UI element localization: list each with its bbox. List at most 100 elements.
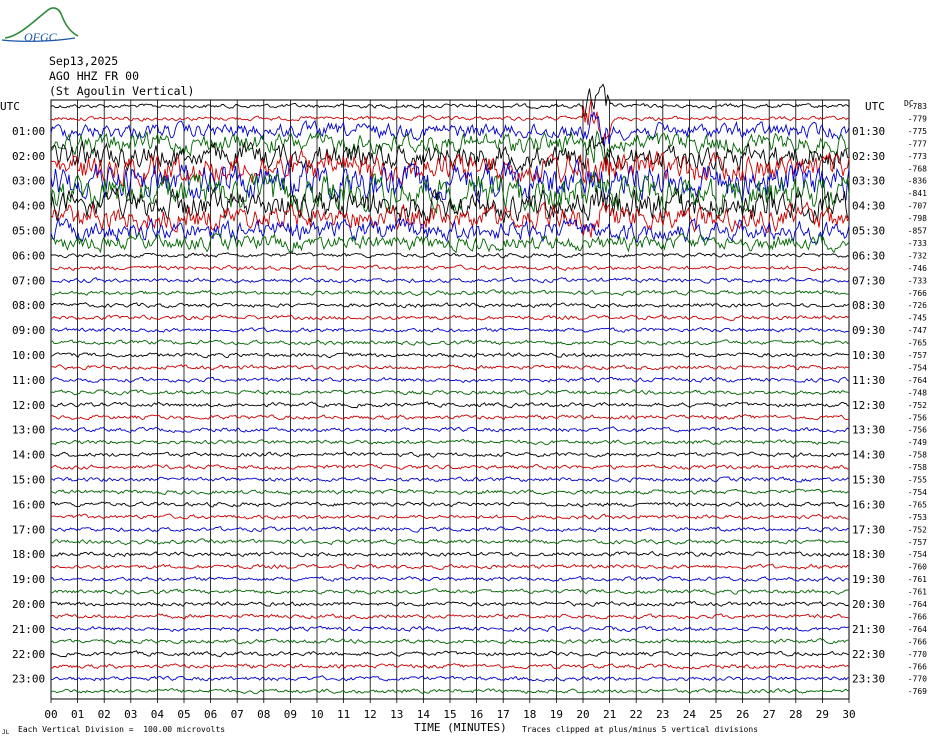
x-tick-label: 14: [417, 708, 431, 721]
right-hour-label: 01:30: [852, 125, 885, 138]
left-hour-label: 12:00: [12, 399, 45, 412]
dc-offset-label: -757: [908, 351, 927, 360]
left-hour-label: 08:00: [12, 299, 45, 312]
left-utc-title: UTC: [0, 100, 20, 113]
left-hour-label: 04:00: [12, 200, 45, 213]
right-hour-label: 19:30: [852, 573, 885, 586]
right-hour-label: 16:30: [852, 498, 885, 511]
right-hour-label: 07:30: [852, 274, 885, 287]
scale-note: Each Vertical Division = 100.00 microvol…: [18, 725, 226, 734]
dc-offset-label: -754: [908, 550, 927, 559]
left-hour-label: 22:00: [12, 648, 45, 661]
dc-offset-label: -764: [908, 625, 927, 634]
dc-offset-label: -770: [908, 675, 927, 684]
x-tick-label: 02: [98, 708, 111, 721]
left-hour-label: 18:00: [12, 548, 45, 561]
right-hour-label: 13:30: [852, 424, 885, 437]
x-tick-label: 03: [124, 708, 137, 721]
right-hour-label: 14:30: [852, 449, 885, 462]
dc-offset-label: -756: [908, 426, 927, 435]
left-hour-label: 09:00: [12, 324, 45, 337]
x-tick-label: 29: [816, 708, 829, 721]
dc-offset-label: -766: [908, 289, 927, 298]
left-hour-label: 14:00: [12, 449, 45, 462]
right-hour-label: 11:30: [852, 374, 885, 387]
x-tick-label: 19: [550, 708, 563, 721]
x-tick-label: 16: [470, 708, 483, 721]
right-hour-label: 18:30: [852, 548, 885, 561]
left-hour-label: 23:00: [12, 673, 45, 686]
dc-offset-label: -745: [908, 314, 927, 323]
right-hour-label: 22:30: [852, 648, 885, 661]
dc-offset-label: -765: [908, 339, 927, 348]
right-hour-label: 03:30: [852, 175, 885, 188]
right-hour-label: 23:30: [852, 673, 885, 686]
right-hour-label: 06:30: [852, 249, 885, 262]
dc-offset-label: -754: [908, 488, 927, 497]
dc-offset-label: -764: [908, 600, 927, 609]
right-hour-label: 04:30: [852, 200, 885, 213]
left-hour-label: 17:00: [12, 523, 45, 536]
left-hour-label: 03:00: [12, 175, 45, 188]
x-tick-label: 07: [231, 708, 244, 721]
left-hour-label: 15:00: [12, 474, 45, 487]
dc-offset-label: -777: [908, 139, 927, 148]
dc-offset-label: -761: [908, 575, 927, 584]
left-hour-label: 20:00: [12, 598, 45, 611]
left-hour-label: 07:00: [12, 274, 45, 287]
dc-offset-label: -765: [908, 500, 927, 509]
dc-offset-label: -758: [908, 451, 927, 460]
x-tick-label: 08: [257, 708, 270, 721]
x-tick-label: 22: [630, 708, 643, 721]
x-tick-label: 12: [364, 708, 377, 721]
left-hour-label: 21:00: [12, 623, 45, 636]
right-hour-label: 10:30: [852, 349, 885, 362]
x-tick-label: 30: [842, 708, 855, 721]
dc-offset-label: -733: [908, 276, 927, 285]
dc-offset-label: -752: [908, 401, 927, 410]
x-tick-label: 27: [763, 708, 776, 721]
helicorder-plot: UTC UTC DC01:0002:0003:0004:0005:0006:0007…: [0, 83, 927, 721]
dc-offset-label: -764: [908, 376, 927, 385]
right-hour-label: 15:30: [852, 474, 885, 487]
x-tick-label: 11: [337, 708, 350, 721]
x-tick-label: 05: [177, 708, 190, 721]
corner-mark: JL: [2, 729, 10, 736]
x-tick-label: 24: [683, 708, 697, 721]
dc-offset-label: -757: [908, 538, 927, 547]
right-hour-label: 05:30: [852, 225, 885, 238]
dc-offset-label: -707: [908, 202, 927, 211]
dc-offset-label: -756: [908, 413, 927, 422]
dc-offset-label: -798: [908, 214, 927, 223]
dc-offset-label: -841: [908, 189, 927, 198]
dc-offset-label: -779: [908, 114, 927, 123]
x-tick-label: 00: [44, 708, 57, 721]
right-utc-title: UTC: [865, 100, 885, 113]
dc-offset-label: -836: [908, 177, 927, 186]
dc-offset-label: -755: [908, 476, 927, 485]
left-hour-label: 10:00: [12, 349, 45, 362]
x-tick-label: 28: [789, 708, 802, 721]
dc-offset-label: -747: [908, 326, 927, 335]
left-hour-label: 05:00: [12, 225, 45, 238]
dc-offset-label: -733: [908, 239, 927, 248]
x-tick-label: 20: [576, 708, 589, 721]
x-tick-label: 18: [523, 708, 536, 721]
right-hour-label: 17:30: [852, 523, 885, 536]
x-tick-label: 25: [709, 708, 722, 721]
x-tick-label: 13: [390, 708, 403, 721]
x-tick-label: 21: [603, 708, 616, 721]
left-hour-label: 06:00: [12, 249, 45, 262]
dc-offset-label: -746: [908, 264, 927, 273]
left-hour-label: 19:00: [12, 573, 45, 586]
dc-offset-label: -766: [908, 612, 927, 621]
axis-labels: UTC UTC DC01:0002:0003:0004:0005:0006:0007…: [0, 99, 927, 721]
left-hour-label: 16:00: [12, 498, 45, 511]
x-tick-label: 10: [310, 708, 323, 721]
dc-offset-label: -758: [908, 463, 927, 472]
dc-offset-label: -753: [908, 513, 927, 522]
dc-offset-label: -754: [908, 363, 927, 372]
x-tick-label: 06: [204, 708, 217, 721]
x-tick-label: 26: [736, 708, 749, 721]
dc-offset-label: -752: [908, 525, 927, 534]
